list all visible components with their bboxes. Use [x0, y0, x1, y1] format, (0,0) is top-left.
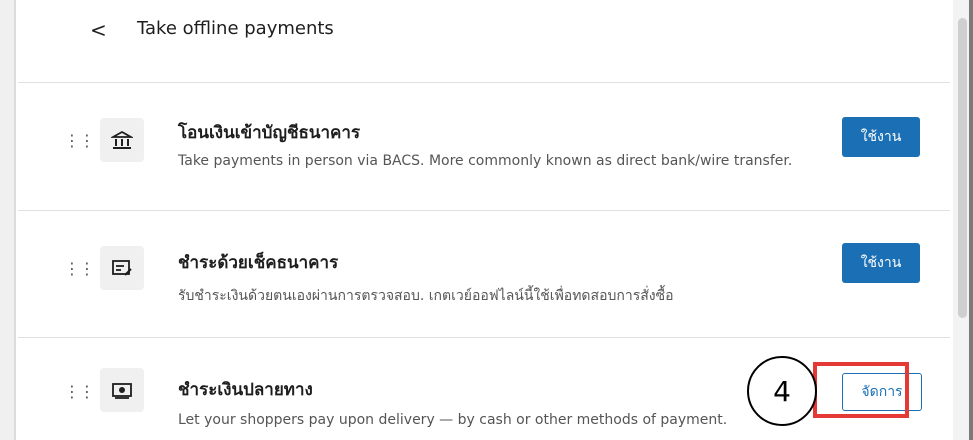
- left-edge-divider: [14, 0, 16, 440]
- step-number-badge: 4: [747, 356, 817, 426]
- highlight-box: [813, 362, 909, 418]
- bank-icon: [100, 118, 144, 162]
- payment-method-row-bank-transfer: ⋮⋮ โอนเงินเข้าบัญชีธนาคาร Take payments …: [18, 83, 950, 211]
- right-edge-border: [969, 0, 973, 440]
- payment-method-title: ชำระเงินปลายทาง: [178, 380, 313, 400]
- enable-cheque-button[interactable]: ใช้งาน: [842, 243, 920, 283]
- scrollbar-thumb[interactable]: [958, 18, 967, 318]
- drag-handle-icon[interactable]: ⋮⋮: [64, 131, 95, 150]
- left-edge-strip: [0, 0, 16, 440]
- payment-method-title: โอนเงินเข้าบัญชีธนาคาร: [178, 123, 361, 143]
- payment-method-description: Let your shoppers pay upon delivery — by…: [178, 412, 728, 428]
- back-chevron-icon[interactable]: <: [90, 18, 107, 42]
- payment-method-description: รับชำระเงินด้วยตนเองผ่านการตรวจสอบ. เกตเ…: [178, 288, 674, 304]
- cheque-icon: [100, 246, 144, 290]
- payment-method-row-cheque: ⋮⋮ ชำระด้วยเช็คธนาคาร รับชำระเงินด้วยตนเ…: [18, 211, 950, 338]
- enable-bank-transfer-button[interactable]: ใช้งาน: [842, 117, 920, 157]
- page-title: Take offline payments: [137, 18, 334, 39]
- payment-method-description: Take payments in person via BACS. More c…: [178, 153, 793, 169]
- cash-icon: [100, 368, 144, 412]
- panel-header: < Take offline payments: [18, 0, 950, 83]
- drag-handle-icon[interactable]: ⋮⋮: [64, 259, 95, 278]
- payment-method-title: ชำระด้วยเช็คธนาคาร: [178, 253, 339, 273]
- drag-handle-icon[interactable]: ⋮⋮: [64, 382, 95, 401]
